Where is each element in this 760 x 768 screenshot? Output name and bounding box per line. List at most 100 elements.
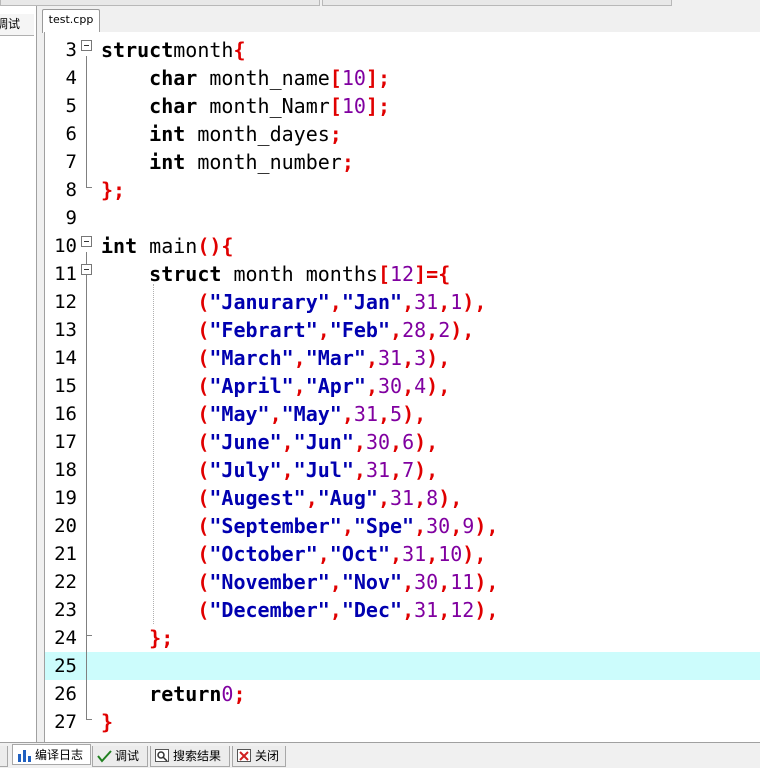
code-token: 1 [450,290,463,314]
code-token: , [390,458,403,482]
file-tab-test-cpp[interactable]: test.cpp [42,9,100,33]
code-token: struct [101,38,174,62]
line-number: 20 [54,515,77,537]
code-token: , [317,318,330,342]
code-token: ; [341,150,354,174]
code-token: "December" [209,598,330,622]
code-token: 30 [377,374,403,398]
code-line[interactable]: 6 int month_dayes; [45,120,760,148]
code-token: ), [462,542,487,566]
code-text: ("Febrart","Feb",28,2), [101,316,474,344]
tab-compile-log-label: 编译日志 [35,748,84,762]
code-token: char [149,66,198,90]
code-token: , [426,318,439,342]
code-token: , [353,430,366,454]
fold-end-array [86,635,92,636]
code-line[interactable]: 9 [45,204,760,232]
code-line[interactable]: 24 }; [45,624,760,652]
code-text: } [101,708,113,736]
code-token: 2 [438,318,451,342]
fold-toggle-array[interactable] [81,264,92,275]
code-line[interactable]: 10 int main(){ [45,232,760,260]
code-token: , [450,514,463,538]
code-token: , [305,486,318,510]
code-token: "Feb" [329,318,391,342]
code-text: ("July","Jul",31,7), [101,456,438,484]
code-token: "July" [209,458,282,482]
code-token: month months [221,262,378,286]
code-token: 7 [402,458,415,482]
left-panel: 调试 [0,6,37,742]
code-token: } [101,710,114,734]
fold-toggle-main[interactable] [81,236,92,247]
code-line[interactable]: 25 [45,652,760,680]
code-line[interactable]: 8}; [45,176,760,204]
code-token: "May" [209,402,270,426]
line-number: 18 [54,459,77,481]
code-token: 31 [353,402,378,426]
fold-end-main [86,719,92,720]
code-line[interactable]: 26 return0; [45,680,760,708]
code-token: ), [426,346,451,370]
tab-compile-log[interactable]: 编译日志 [12,744,91,765]
code-token: 10 [438,542,463,566]
code-token: "April" [209,374,294,398]
code-token: , [414,514,427,538]
code-token: "September" [209,514,342,538]
code-token: ), [474,598,499,622]
code-token: , [426,542,439,566]
code-token: { [233,38,246,62]
code-line[interactable]: 7 int month_number; [45,148,760,176]
code-line[interactable]: 3 structmonth{ [45,36,760,64]
line-number: 15 [54,375,77,397]
code-editor[interactable]: 3 structmonth{4 char month_name[10]; 5 cha… [44,32,760,742]
code-token: struct [149,262,222,286]
line-number: 17 [54,431,77,453]
code-token: (){ [197,234,234,258]
code-token: "Mar" [305,346,366,370]
code-line[interactable]: 4 char month_name[10]; [45,64,760,92]
code-text: ("November","Nov",30,11), [101,568,498,596]
code-token: ]; [365,94,391,118]
code-token: ( [197,570,210,594]
editor-tab-strip: test.cpp [37,6,760,33]
bottom-tab-partial[interactable] [0,746,8,767]
fold-toggle-struct[interactable] [81,40,92,51]
line-number: 8 [65,179,77,201]
tab-close[interactable]: 关闭 [232,746,286,767]
code-token: 28 [402,318,427,342]
left-panel-tab-debug[interactable]: 调试 [0,14,34,36]
code-text: ("September","Spe",30,9), [101,512,498,540]
code-token: , [402,374,415,398]
line-number: 7 [65,151,77,173]
code-token: return [149,682,222,706]
code-line[interactable]: 27} [45,708,760,736]
code-text: }; [101,624,173,652]
line-number: 5 [65,95,77,117]
code-token: int [149,150,186,174]
code-token: "Jul" [293,458,354,482]
code-token: "Dec" [341,598,403,622]
line-number: 12 [54,291,77,313]
code-token: , [317,542,330,566]
code-text: int main(){ [101,232,233,260]
code-token: "October" [209,542,318,566]
tab-debug[interactable]: 调试 [92,746,148,767]
tab-search-results[interactable]: 搜索结果 [150,746,230,767]
code-token: , [402,598,415,622]
code-token: , [402,346,415,370]
code-token: , [341,402,354,426]
code-token: ), [474,514,499,538]
code-token: , [438,570,451,594]
code-line[interactable]: 5 char month_Namr[10]; [45,92,760,120]
code-token: ), [414,430,439,454]
code-token: "Janurary" [209,290,330,314]
code-token: [ [329,66,342,90]
